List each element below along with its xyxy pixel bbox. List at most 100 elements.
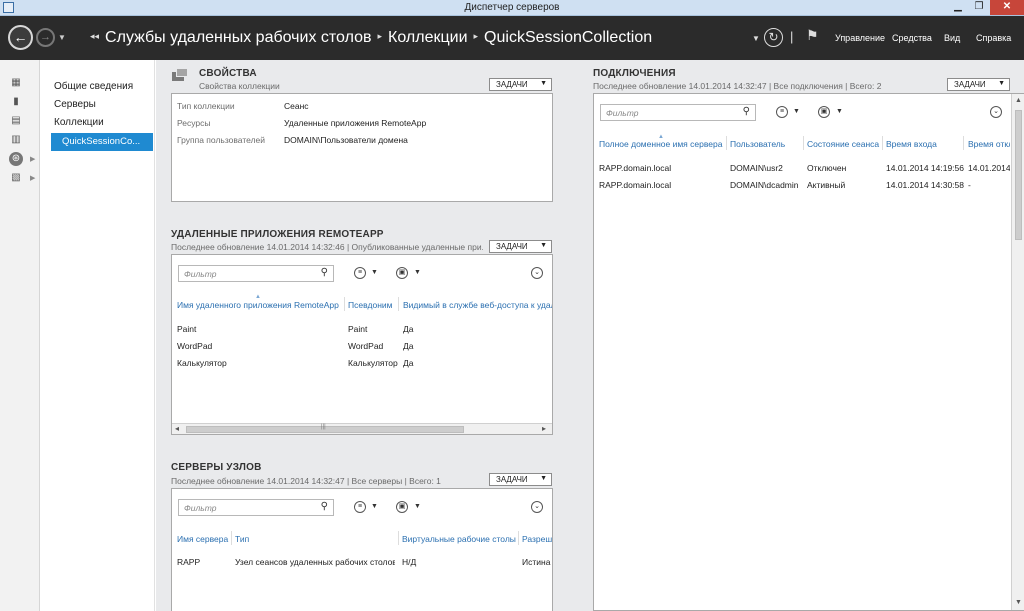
breadcrumb-item-collections[interactable]: Коллекции bbox=[388, 29, 467, 46]
back-button[interactable]: ← bbox=[8, 25, 33, 50]
table-cell[interactable]: Н/Д bbox=[402, 557, 512, 567]
remoteapp-filter-input[interactable]: Фильтр ⚲ bbox=[178, 265, 334, 282]
table-cell[interactable]: RAPP bbox=[177, 557, 231, 567]
scroll-down-icon[interactable]: ▼ bbox=[1015, 599, 1022, 606]
column-header-logon-time[interactable]: Время входа bbox=[886, 139, 966, 149]
breadcrumb-item-rds[interactable]: Службы удаленных рабочих столов bbox=[105, 29, 371, 46]
save-query-icon[interactable]: ▣ bbox=[818, 106, 830, 118]
column-header-server-name[interactable]: Имя сервера bbox=[177, 534, 231, 544]
menu-help[interactable]: Справка bbox=[976, 33, 1011, 43]
column-header-app-name[interactable]: Имя удаленного приложения RemoteApp bbox=[177, 300, 345, 310]
chevron-down-icon[interactable]: ▼ bbox=[371, 503, 378, 510]
table-cell[interactable]: Калькулятор bbox=[348, 358, 398, 368]
all-servers-icon[interactable]: ▤ bbox=[10, 115, 22, 127]
expand-icon[interactable]: ⌄ bbox=[990, 106, 1002, 118]
column-list-icon[interactable]: ≡ bbox=[776, 106, 788, 118]
chevron-down-icon[interactable]: ▼ bbox=[836, 108, 843, 115]
table-cell[interactable]: Истина bbox=[522, 557, 552, 567]
expand-arrow-icon[interactable]: ▶ bbox=[30, 174, 35, 182]
minimize-button[interactable]: ▁ bbox=[948, 0, 968, 15]
column-header-web-visible[interactable]: Видимый в службе веб-доступа к удаленным… bbox=[403, 300, 552, 310]
table-cell[interactable]: Отключен bbox=[807, 163, 883, 173]
hosts-tasks-button[interactable]: ЗАДАЧИ ▼ bbox=[489, 473, 552, 486]
property-key: Группа пользователей bbox=[177, 135, 266, 145]
table-cell[interactable]: Да bbox=[403, 358, 453, 368]
search-icon[interactable]: ⚲ bbox=[321, 267, 328, 278]
maximize-button[interactable]: ❐ bbox=[969, 0, 989, 15]
nav-item-quicksessioncollection[interactable]: QuickSessionCo... bbox=[51, 133, 153, 151]
remote-desktop-icon[interactable]: ⊛ bbox=[9, 152, 23, 166]
chevron-down-icon[interactable]: ▼ bbox=[793, 108, 800, 115]
nav-item-overview[interactable]: Общие сведения bbox=[54, 81, 133, 92]
column-list-icon[interactable]: ≡ bbox=[354, 267, 366, 279]
vertical-scrollbar[interactable]: ▲ ▼ bbox=[1011, 94, 1024, 610]
column-header-session-state[interactable]: Состояние сеанса bbox=[807, 139, 883, 149]
menu-tools[interactable]: Средства bbox=[892, 33, 932, 43]
connections-filter-input[interactable]: Фильтр ⚲ bbox=[600, 104, 756, 121]
expand-icon[interactable]: ⌄ bbox=[531, 267, 543, 279]
hosts-title: СЕРВЕРЫ УЗЛОВ bbox=[171, 462, 262, 473]
scroll-up-icon[interactable]: ▲ bbox=[1015, 97, 1022, 104]
notifications-flag-icon[interactable]: ⚑ bbox=[806, 27, 819, 44]
table-cell[interactable]: Paint bbox=[348, 324, 398, 334]
table-cell[interactable]: - bbox=[968, 180, 1010, 190]
roles-icon[interactable]: ▧ bbox=[10, 172, 22, 184]
chevron-down-icon[interactable]: ▼ bbox=[414, 503, 421, 510]
table-cell[interactable]: WordPad bbox=[177, 341, 342, 351]
table-cell[interactable]: Калькулятор bbox=[177, 358, 342, 368]
table-cell[interactable]: 14.01.2014 14:19:56 bbox=[886, 163, 964, 173]
table-cell[interactable]: DOMAIN\usr2 bbox=[730, 163, 802, 173]
table-cell[interactable]: Узел сеансов удаленных рабочих столов bbox=[235, 557, 395, 567]
chevron-down-icon[interactable]: ▼ bbox=[414, 269, 421, 276]
column-header-virtual-desktops[interactable]: Виртуальные рабочие столы bbox=[402, 534, 518, 544]
menu-manage[interactable]: Управление bbox=[835, 33, 885, 43]
dashboard-icon[interactable]: ▦ bbox=[10, 77, 22, 89]
refresh-icon[interactable]: ↻ bbox=[764, 28, 783, 47]
table-cell[interactable]: Да bbox=[403, 341, 453, 351]
expand-icon[interactable]: ⌄ bbox=[531, 501, 543, 513]
close-button[interactable]: ✕ bbox=[990, 0, 1024, 15]
save-query-icon[interactable]: ▣ bbox=[396, 267, 408, 279]
connections-tasks-button[interactable]: ЗАДАЧИ ▼ bbox=[947, 78, 1010, 91]
column-header-disconnect-time[interactable]: Время отключения bbox=[968, 139, 1010, 149]
table-cell[interactable]: 14.01.2014 bbox=[968, 163, 1010, 173]
scrollbar-thumb[interactable] bbox=[1015, 110, 1022, 240]
breadcrumb-prefix-icon[interactable]: ◂◂ bbox=[90, 31, 99, 41]
column-list-icon[interactable]: ≡ bbox=[354, 501, 366, 513]
file-services-icon[interactable]: ▥ bbox=[10, 134, 22, 146]
column-header-allow-connections[interactable]: Разрешить новые подключения bbox=[522, 534, 552, 544]
chevron-down-icon[interactable]: ▼ bbox=[752, 34, 760, 43]
scroll-right-icon[interactable]: ▸ bbox=[542, 424, 546, 433]
table-cell[interactable]: WordPad bbox=[348, 341, 398, 351]
main-content: СВОЙСТВА Свойства коллекции ЗАДАЧИ ▼ Тип … bbox=[156, 60, 1024, 611]
column-header-server-fqdn[interactable]: Полное доменное имя сервера bbox=[599, 139, 725, 149]
table-cell[interactable]: 14.01.2014 14:30:58 bbox=[886, 180, 964, 190]
table-cell[interactable]: Paint bbox=[177, 324, 342, 334]
forward-button[interactable]: → bbox=[36, 28, 55, 47]
local-server-icon[interactable]: ▮ bbox=[10, 96, 22, 108]
chevron-down-icon[interactable]: ▼ bbox=[371, 269, 378, 276]
history-dropdown-icon[interactable]: ▼ bbox=[58, 33, 66, 42]
tasks-label: ЗАДАЧИ bbox=[496, 80, 528, 89]
nav-item-collections[interactable]: Коллекции bbox=[54, 117, 104, 128]
scroll-left-icon[interactable]: ◂ bbox=[175, 424, 179, 433]
hosts-filter-input[interactable]: Фильтр ⚲ bbox=[178, 499, 334, 516]
nav-item-servers[interactable]: Серверы bbox=[54, 99, 96, 110]
expand-arrow-icon[interactable]: ▶ bbox=[30, 155, 35, 163]
chevron-down-icon: ▼ bbox=[540, 242, 547, 249]
horizontal-scrollbar[interactable]: ◂ ||| ▸ bbox=[172, 423, 552, 434]
properties-tasks-button[interactable]: ЗАДАЧИ ▼ bbox=[489, 78, 552, 91]
table-cell[interactable]: Активный bbox=[807, 180, 883, 190]
column-header-user[interactable]: Пользователь bbox=[730, 139, 802, 149]
column-header-type[interactable]: Тип bbox=[235, 534, 395, 544]
menu-view[interactable]: Вид bbox=[944, 33, 960, 43]
save-query-icon[interactable]: ▣ bbox=[396, 501, 408, 513]
table-cell[interactable]: RAPP.domain.local bbox=[599, 163, 725, 173]
table-cell[interactable]: RAPP.domain.local bbox=[599, 180, 725, 190]
column-header-alias[interactable]: Псевдоним bbox=[348, 300, 398, 310]
table-cell[interactable]: DOMAIN\dcadmin bbox=[730, 180, 802, 190]
search-icon[interactable]: ⚲ bbox=[743, 106, 750, 117]
search-icon[interactable]: ⚲ bbox=[321, 501, 328, 512]
table-cell[interactable]: Да bbox=[403, 324, 453, 334]
remoteapp-tasks-button[interactable]: ЗАДАЧИ ▼ bbox=[489, 240, 552, 253]
